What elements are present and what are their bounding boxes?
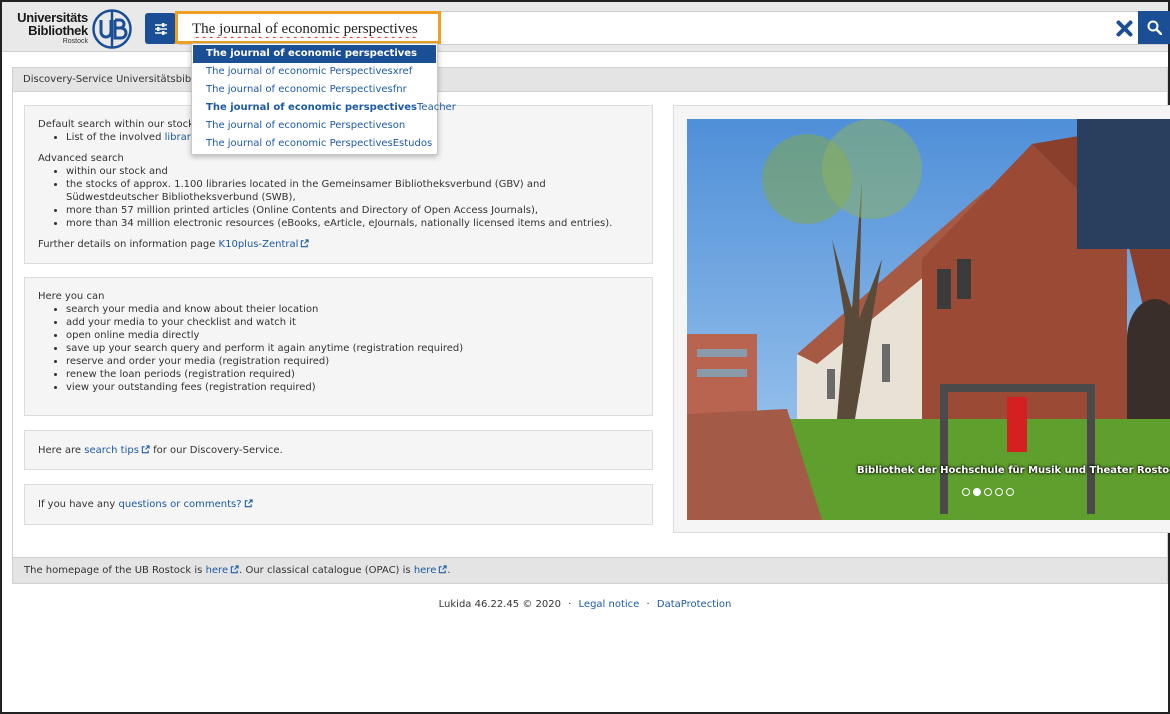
library-logo[interactable]: Universitäts Bibliothek Rostock (12, 9, 132, 49)
carousel-indicators (962, 488, 1014, 496)
list-item: within our stock and (66, 165, 639, 178)
footer-separator: · (568, 599, 572, 610)
autocomplete-item[interactable]: The journal of economic perspectivesTeac… (192, 99, 456, 117)
logo-seal-icon (92, 9, 132, 49)
autocomplete-item[interactable]: The journal of economic Perspectiveson (192, 117, 437, 135)
autocomplete-item[interactable]: The journal of economic PerspectivesEstu… (192, 135, 437, 153)
k10plus-link[interactable]: K10plus-Zentral (219, 239, 310, 250)
list-item: save up your search query and perform it… (66, 342, 639, 355)
questions-link[interactable]: questions or comments? (119, 499, 253, 510)
external-link-icon (244, 499, 253, 508)
list-item: the stocks of approx. 1.100 libraries lo… (66, 178, 639, 204)
search-input[interactable] (175, 11, 441, 44)
contact-panel: If you have any questions or comments? (24, 484, 653, 525)
autocomplete-item[interactable]: The journal of economic perspectives (193, 45, 436, 63)
homepage-info-bar: The homepage of the UB Rostock is here. … (12, 557, 1168, 584)
external-link-icon (439, 565, 447, 574)
search-button[interactable] (1138, 11, 1170, 44)
list-item: view your outstanding fees (registration… (66, 381, 639, 394)
carousel-dot[interactable] (984, 488, 992, 496)
image-carousel[interactable]: Bibliothek der Hochschule für Musik und … (687, 119, 1170, 520)
autocomplete-item[interactable]: The journal of economic Perspectivesfnr (192, 81, 437, 99)
carousel-dot[interactable] (962, 488, 970, 496)
footer-separator: · (646, 599, 650, 610)
footer: Lukida 46.22.45 © 2020 · Legal notice · … (2, 599, 1168, 610)
list-item: reserve and order your media (registrati… (66, 355, 639, 368)
main-content: Default search within our stock List of … (12, 92, 1170, 557)
homepage-link[interactable]: here (206, 565, 240, 576)
search-icon (1147, 20, 1162, 35)
list-item: renew the loan periods (registration req… (66, 368, 639, 381)
carousel-dot[interactable] (1006, 488, 1014, 496)
carousel-dot-active[interactable] (973, 488, 981, 496)
external-link-icon (230, 565, 239, 574)
search-options-button[interactable] (145, 13, 176, 44)
sliders-icon (154, 22, 167, 35)
carousel-panel: Bibliothek der Hochschule für Musik und … (673, 105, 1170, 533)
legal-notice-link[interactable]: Legal notice (579, 599, 640, 610)
list-item: add your media to your checklist and wat… (66, 316, 639, 329)
logo-line-3: Rostock (62, 38, 88, 45)
search-tips-link[interactable]: search tips (84, 445, 150, 456)
search-tips-panel: Here are search tips for our Discovery-S… (24, 430, 653, 470)
features-panel: Here you can search your media and know … (24, 277, 653, 416)
autocomplete-dropdown: The journal of economic perspectives The… (191, 43, 456, 155)
external-link-icon (301, 239, 310, 248)
list-item: more than 57 million printed articles (O… (66, 204, 639, 217)
clear-search-button[interactable] (1112, 16, 1136, 40)
page-title-bar: Discovery-Service Universitätsbibliothek… (12, 67, 1168, 92)
external-link-icon (141, 445, 150, 454)
further-details: Further details on information page K10p… (38, 238, 639, 251)
features-title: Here you can (38, 291, 105, 302)
list-item: more than 34 million electronic resource… (66, 217, 639, 230)
list-item: search your media and know about theier … (66, 303, 639, 316)
opac-link[interactable]: here (414, 565, 448, 576)
library-building-photo (687, 119, 1170, 520)
close-icon (1116, 20, 1132, 36)
carousel-caption: Bibliothek der Hochschule für Musik und … (857, 465, 1170, 476)
list-item: open online media directly (66, 329, 639, 342)
autocomplete-item[interactable]: The journal of economic Perspectivesxref (192, 63, 437, 81)
logo-line-2: Bibliothek (28, 23, 88, 38)
header: Universitäts Bibliothek Rostock (2, 2, 1170, 52)
carousel-dot[interactable] (995, 488, 1003, 496)
data-protection-link[interactable]: DataProtection (657, 599, 731, 610)
version-text: Lukida 46.22.45 © 2020 (438, 599, 561, 610)
